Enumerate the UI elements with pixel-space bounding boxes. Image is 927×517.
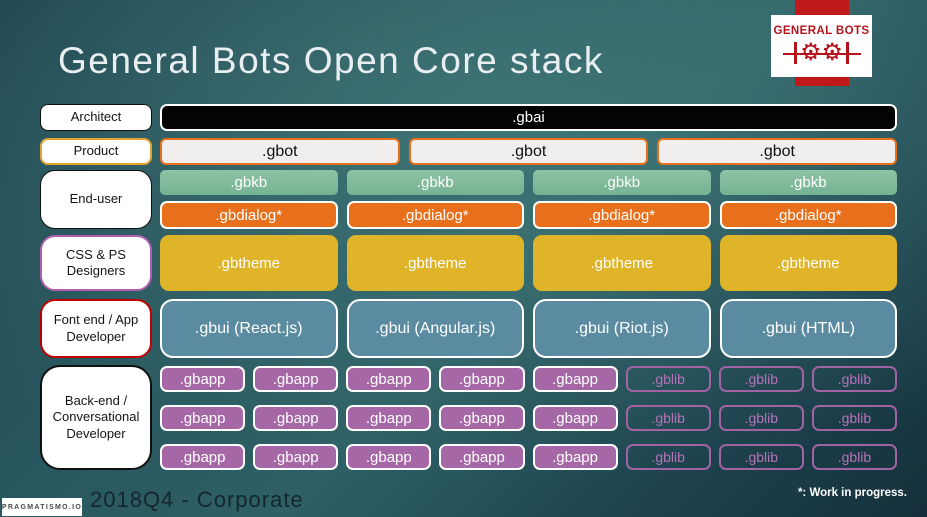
gblib-box: .gblib — [625, 405, 711, 431]
label-frontend-app-developer: Font end / App Developer — [40, 299, 152, 358]
row-gbkb: .gbkb .gbkb .gbkb .gbkb — [160, 170, 897, 195]
gbapp-box: .gbapp — [346, 444, 432, 470]
gbot-box: .gbot — [408, 138, 649, 165]
gbapp-box: .gbapp — [253, 444, 339, 470]
gbdialog-box: .gbdialog* — [160, 201, 338, 229]
gbapp-box: .gbapp — [346, 405, 432, 431]
gblib-box: .gblib — [625, 366, 711, 392]
gbui-box: .gbui (Riot.js) — [533, 299, 711, 358]
gbot-box: .gbot — [657, 138, 898, 165]
gbtheme-box: .gbtheme — [533, 235, 711, 291]
gbapp-box: .gbapp — [160, 366, 246, 392]
gbapp-box: .gbapp — [439, 444, 525, 470]
general-bots-logo: GENERAL BOTS ⚙ ⚙ — [771, 15, 872, 77]
gbapp-box: .gbapp — [532, 444, 618, 470]
row-architect: .gbai — [160, 104, 897, 131]
gbapp-box: .gbapp — [160, 405, 246, 431]
gears-left-bar — [794, 41, 797, 64]
gbot-box: .gbot — [160, 138, 400, 165]
row-product: .gbot .gbot .gbot — [160, 138, 898, 165]
gbapp-box: .gbapp — [532, 366, 618, 392]
gbapp-box: .gbapp — [439, 366, 525, 392]
gbtheme-box: .gbtheme — [160, 235, 338, 291]
gbkb-box: .gbkb — [719, 170, 897, 195]
gbtheme-box: .gbtheme — [719, 235, 897, 291]
gblib-box: .gblib — [811, 366, 897, 392]
gbapp-box: .gbapp — [439, 405, 525, 431]
pragmatismo-badge: PRAGMATISMO.IO — [2, 498, 82, 516]
gbapp-box: .gbapp — [253, 366, 339, 392]
gbkb-box: .gbkb — [533, 170, 711, 195]
gbui-box: .gbui (Angular.js) — [346, 299, 524, 358]
gbdialog-box: .gbdialog* — [719, 201, 897, 229]
gbapp-box: .gbapp — [160, 444, 246, 470]
page-title: General Bots Open Core stack — [58, 40, 604, 81]
gblib-box: .gblib — [718, 405, 804, 431]
row-backend-1: .gbapp .gbapp .gbapp .gbapp .gbapp .gbli… — [160, 366, 897, 392]
gears-right-bar — [846, 41, 849, 64]
gbui-box: .gbui (React.js) — [160, 299, 338, 358]
row-gbtheme: .gbtheme .gbtheme .gbtheme .gbtheme — [160, 235, 897, 291]
row-gbdialog: .gbdialog* .gbdialog* .gbdialog* .gbdial… — [160, 201, 897, 229]
row-gbui: .gbui (React.js) .gbui (Angular.js) .gbu… — [160, 299, 897, 358]
label-end-user: End-user — [40, 170, 152, 229]
gbui-box: .gbui (HTML) — [719, 299, 897, 358]
gbdialog-box: .gbdialog* — [346, 201, 524, 229]
gbkb-box: .gbkb — [346, 170, 524, 195]
gear-icon: ⚙ — [799, 38, 822, 66]
label-product: Product — [40, 138, 152, 165]
gblib-box: .gblib — [718, 444, 804, 470]
label-architect: Architect — [40, 104, 152, 131]
gblib-box: .gblib — [811, 405, 897, 431]
gbapp-box: .gbapp — [532, 405, 618, 431]
gbapp-box: .gbapp — [253, 405, 339, 431]
row-backend-3: .gbapp .gbapp .gbapp .gbapp .gbapp .gbli… — [160, 444, 897, 470]
gbapp-box: .gbapp — [346, 366, 432, 392]
logo-brand-text: GENERAL BOTS — [773, 24, 870, 37]
gears-icon: ⚙ ⚙ — [779, 38, 865, 68]
version-text: 2018Q4 - Corporate — [90, 487, 304, 512]
row-backend-2: .gbapp .gbapp .gbapp .gbapp .gbapp .gbli… — [160, 405, 897, 431]
gbkb-box: .gbkb — [160, 170, 338, 195]
label-css-ps-designers: CSS & PS Designers — [40, 235, 152, 291]
label-backend-conversational-developer: Back-end / Conversational Developer — [40, 365, 152, 470]
gbdialog-box: .gbdialog* — [533, 201, 711, 229]
gbtheme-box: .gbtheme — [346, 235, 524, 291]
gblib-box: .gblib — [625, 444, 711, 470]
slide: General Bots Open Core stack GENERAL BOT… — [0, 0, 927, 517]
work-in-progress-note: *: Work in progress. — [797, 487, 907, 499]
gear-icon: ⚙ — [821, 38, 844, 66]
gblib-box: .gblib — [811, 444, 897, 470]
gbai-box: .gbai — [160, 104, 897, 131]
gblib-box: .gblib — [718, 366, 804, 392]
